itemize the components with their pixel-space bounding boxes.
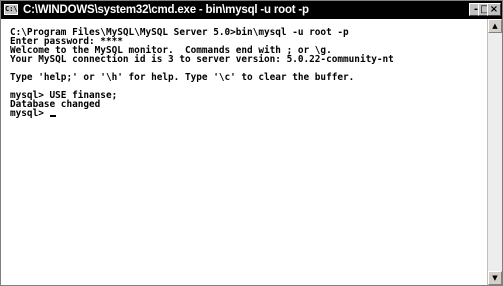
cmd-window: C:\ C:\WINDOWS\system32\cmd.exe - bin\my… [0, 0, 503, 286]
console-line: Database changed [10, 99, 101, 110]
console-line: Your MySQL connection id is 3 to server … [10, 54, 394, 65]
text-cursor [49, 115, 56, 117]
prompt-text: mysql> [10, 108, 50, 119]
console-text: C:\Program Files\MySQL\MySQL Server 5.0>… [1, 19, 486, 118]
console-line: Type 'help;' or '\h' for help. Type '\c'… [10, 72, 355, 83]
scroll-down-button[interactable]: ▼ [488, 271, 502, 285]
scroll-up-button[interactable]: ▲ [488, 19, 502, 33]
close-button[interactable]: × [487, 3, 501, 16]
window-title: C:\WINDOWS\system32\cmd.exe - bin\mysql … [23, 4, 309, 16]
console-output[interactable]: C:\Program Files\MySQL\MySQL Server 5.0>… [1, 19, 486, 285]
cmd-app-icon[interactable]: C:\ [4, 4, 18, 15]
title-bar[interactable]: C:\ C:\WINDOWS\system32\cmd.exe - bin\my… [1, 1, 502, 19]
prompt-line[interactable]: mysql> [10, 109, 486, 118]
vertical-scrollbar[interactable]: ▲ ▼ [487, 19, 502, 285]
